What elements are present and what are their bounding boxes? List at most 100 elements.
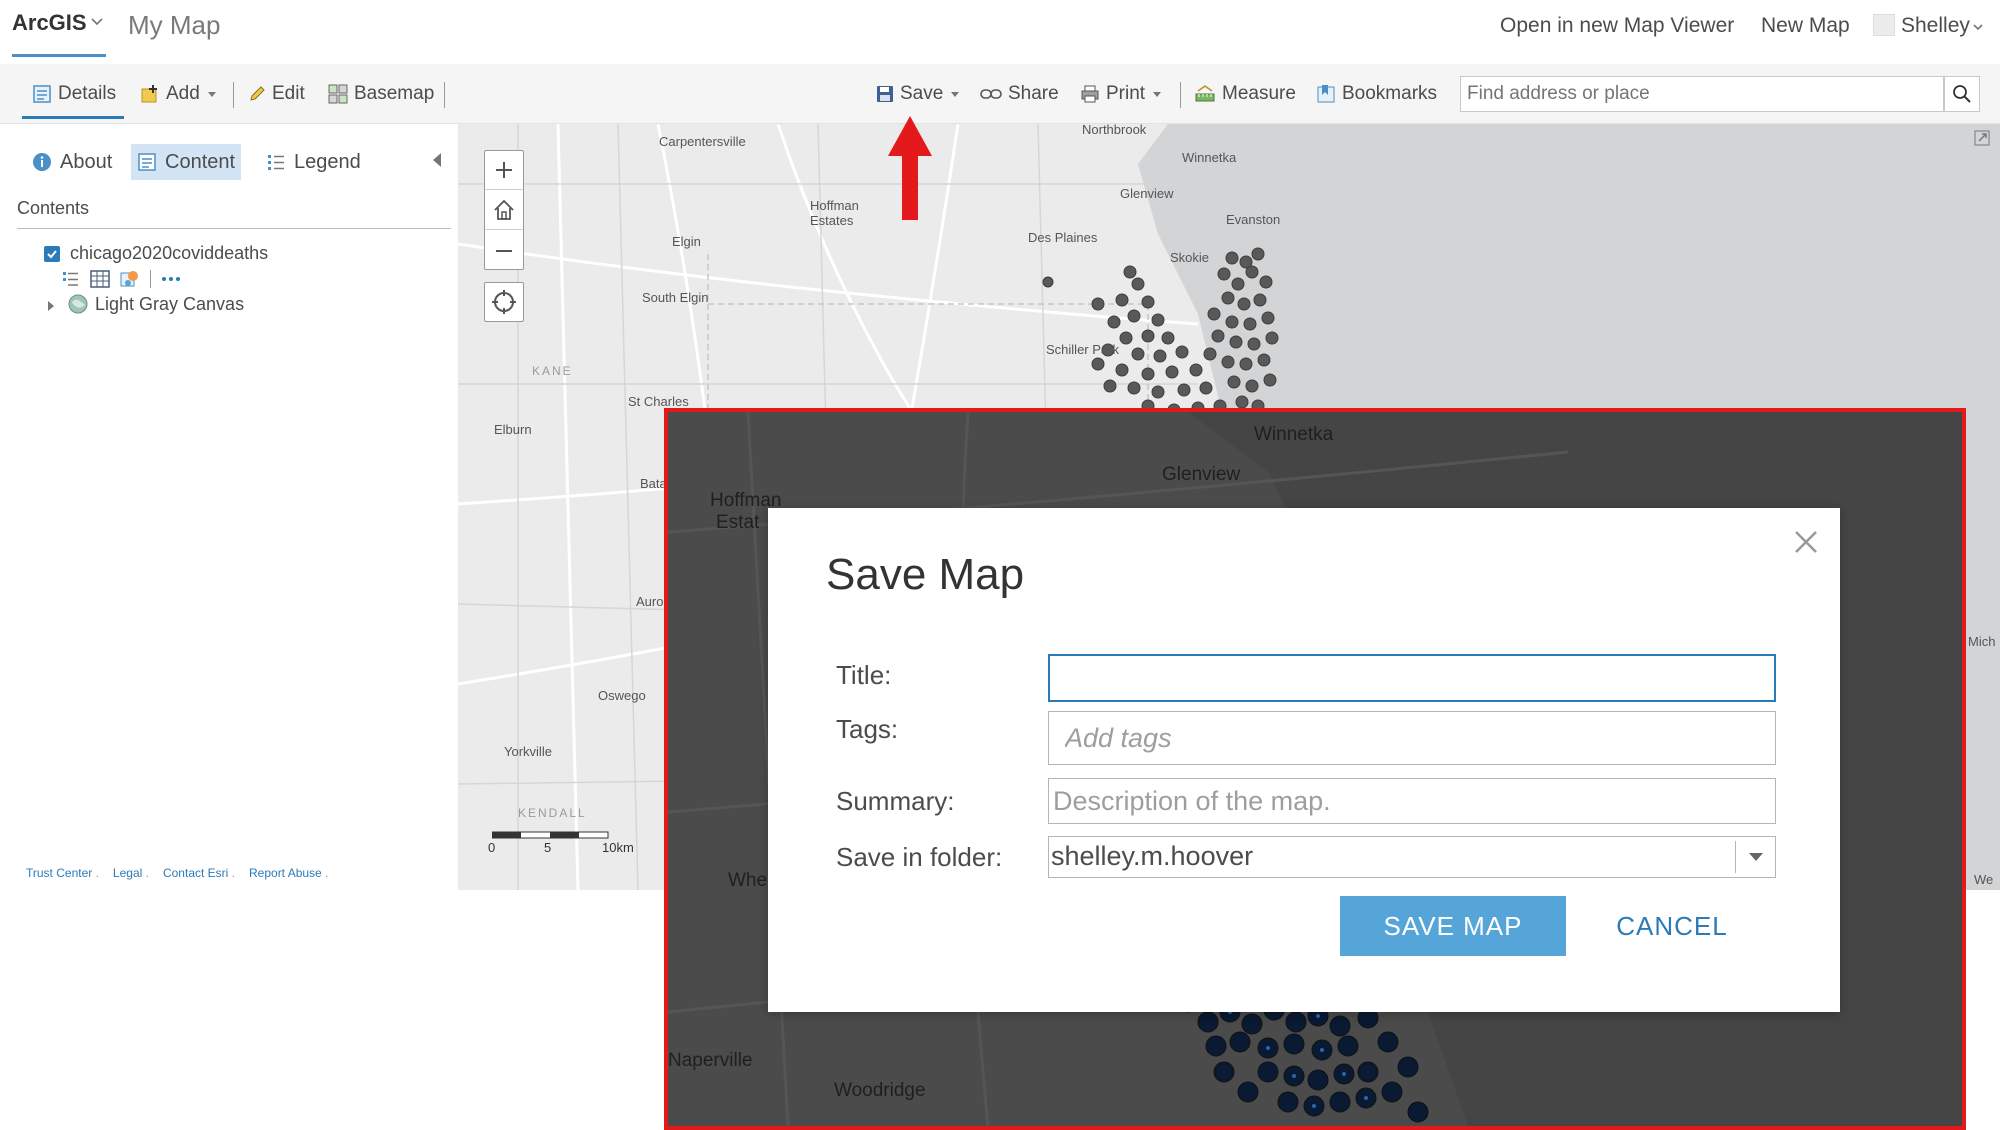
layer-visibility-checkbox[interactable] [44,246,60,262]
tab-legend[interactable]: Legend [260,144,367,180]
layer-tools [62,268,181,290]
expand-caret-icon[interactable] [46,299,56,313]
home-icon [494,199,514,220]
map-label: South Elgin [642,290,709,305]
legal-link[interactable]: Legal [113,866,149,880]
overlay-map-label: Woodridge [834,1080,926,1101]
bookmarks-label: Bookmarks [1342,83,1438,104]
zoom-out-icon [496,249,512,252]
measure-button[interactable]: Measure [1194,81,1296,107]
add-label: Add [166,83,200,104]
layer-tools-divider [150,270,151,288]
edit-button[interactable]: Edit [248,81,305,107]
title-field[interactable] [1048,654,1776,702]
tab-about[interactable]: About [26,144,118,180]
map-label: Winnetka [1182,150,1237,165]
dialog-title: Save Map [826,550,1025,599]
printer-icon [1081,85,1099,103]
details-panel: About Content Legend Contents chicago202… [8,124,464,890]
summary-field[interactable] [1048,778,1776,824]
chevron-down-icon[interactable] [1972,21,1984,33]
edit-label: Edit [272,83,305,104]
save-map-button[interactable]: SAVE MAP [1340,896,1566,956]
bookmarks-icon [1317,85,1335,103]
details-icon [33,85,51,103]
map-label: Evanston [1226,212,1281,227]
select-divider [1735,841,1736,873]
show-legend-icon[interactable] [62,270,80,288]
summary-label: Summary: [836,786,955,816]
print-button[interactable]: Print [1080,81,1163,107]
trust-center-link[interactable]: Trust Center [26,866,99,880]
chevron-down-icon [951,92,960,97]
chevron-down-icon[interactable] [90,14,104,28]
tab-content-label: Content [165,150,236,173]
zoom-out-button[interactable] [485,231,523,270]
checkmark-icon [47,250,57,259]
red-arrow-icon [888,116,932,220]
title-label: Title: [836,660,892,690]
map-label: Glenview [1120,186,1174,201]
bookmarks-button[interactable]: Bookmarks [1316,81,1437,107]
scale-label: 0 [488,840,496,855]
map-label: St Charles [628,394,689,409]
close-icon[interactable] [1792,528,1820,556]
map-label: Yorkville [504,744,552,759]
save-label: Save [900,83,944,104]
contents-divider [17,228,451,229]
details-tab-indicator [22,116,124,119]
locate-button[interactable] [484,282,524,322]
basemap-button[interactable]: Basemap [328,81,434,107]
share-link-icon [980,89,1002,99]
chevron-down-icon [207,92,216,97]
overlay-map-label: Whe [728,870,768,891]
top-bar: ArcGIS My Map Open in new Map Viewer New… [0,0,2000,64]
add-layer-icon [141,85,157,103]
add-button[interactable]: Add [140,81,218,107]
footer-links: Trust Center Legal Contact Esri Report A… [26,866,328,880]
new-map-link[interactable]: New Map [1761,14,1850,38]
more-options-icon[interactable] [161,276,181,282]
contact-esri-link[interactable]: Contact Esri [163,866,235,880]
search-button[interactable] [1944,76,1980,112]
overlay-map-label: Winnetka [1254,424,1334,445]
map-label: KANE [532,364,573,378]
open-new-map-viewer-link[interactable]: Open in new Map Viewer [1500,14,1734,38]
info-icon [33,153,51,171]
measure-icon [1195,85,1215,102]
zoom-controls [484,150,524,270]
tab-content[interactable]: Content [131,144,242,180]
share-button[interactable]: Share [980,81,1059,107]
scale-label: 5 [544,840,552,855]
arcgis-menu[interactable]: ArcGIS [12,10,87,36]
save-button[interactable]: Save [876,81,961,107]
toolbar-divider [233,82,234,108]
tags-field[interactable] [1048,711,1776,765]
search-input[interactable] [1460,76,1944,112]
expand-icon[interactable] [1974,130,1990,146]
map-toolbar: Details Add Edit Basemap Save Share Prin… [0,64,2000,124]
details-label: Details [58,83,117,104]
zoom-in-button[interactable] [485,151,523,190]
change-style-icon[interactable] [120,269,140,289]
cancel-button[interactable]: CANCEL [1594,896,1750,956]
map-label: We [1974,872,1994,887]
chevron-down-icon[interactable] [1747,849,1765,865]
scale-label: 10km [602,840,634,855]
overlay-map-label: Glenview [1162,464,1241,485]
basemap-layer-name[interactable]: Light Gray Canvas [95,294,244,315]
details-button[interactable]: Details [32,81,116,107]
chevron-down-icon [1153,92,1162,97]
report-abuse-link[interactable]: Report Abuse [249,866,328,880]
home-button[interactable] [485,191,523,230]
table-icon[interactable] [90,270,110,288]
map-label: Hoffman Estates [810,198,859,228]
folder-value: shelley.m.hoover [1051,841,1254,871]
basemap-label: Basemap [354,83,435,104]
share-label: Share [1008,83,1059,104]
collapse-panel-icon[interactable] [430,150,444,170]
folder-select[interactable]: shelley.m.hoover [1048,836,1776,878]
layer-name[interactable]: chicago2020coviddeaths [70,243,268,264]
user-menu[interactable]: Shelley [1901,14,1970,38]
user-avatar[interactable] [1873,14,1895,36]
